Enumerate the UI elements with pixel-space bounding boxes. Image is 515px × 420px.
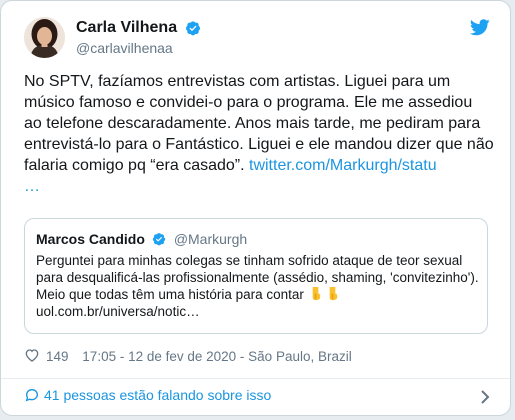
tweet-text: No SPTV, fazíamos entrevistas com artist… bbox=[24, 71, 494, 197]
twitter-bird-icon[interactable] bbox=[470, 19, 490, 36]
verified-badge-icon bbox=[185, 21, 200, 36]
author-display-name[interactable]: Carla Vilhena bbox=[76, 19, 177, 37]
divider bbox=[1, 378, 510, 379]
quoted-display-name: Marcos Candido bbox=[36, 230, 145, 247]
quoted-text: Perguntei para minhas colegas se tinham … bbox=[36, 253, 479, 302]
avatar-image bbox=[24, 17, 65, 58]
avatar[interactable] bbox=[24, 17, 65, 58]
verified-badge-icon bbox=[153, 232, 166, 246]
quoted-header: Marcos Candido @Markurgh bbox=[36, 230, 247, 248]
quoted-text-block: Perguntei para minhas colegas se tinham … bbox=[36, 252, 480, 320]
tweet-header: Carla Vilhena @carlavilhenaa bbox=[24, 17, 490, 67]
conversation-link[interactable]: 41 pessoas estão falando sobre isso bbox=[24, 387, 490, 409]
conversation-label: 41 pessoas estão falando sobre isso bbox=[44, 387, 272, 403]
author-names: Carla Vilhena @carlavilhenaa bbox=[76, 19, 201, 56]
tweet-ellipsis: … bbox=[24, 178, 40, 195]
tweet-link[interactable]: twitter.com/Markurgh/statu bbox=[249, 157, 437, 174]
author-handle[interactable]: @carlavilhenaa bbox=[76, 40, 201, 56]
chat-bubble-icon bbox=[25, 388, 39, 402]
quoted-link[interactable]: uol.com.br/universa/notic… bbox=[36, 304, 200, 319]
tweet-meta: 149 17:05 - 12 de fev de 2020 - São Paul… bbox=[24, 347, 352, 367]
pointing-down-emoji-icon bbox=[312, 286, 320, 301]
quoted-handle: @Markurgh bbox=[173, 230, 248, 247]
like-count[interactable]: 149 bbox=[46, 349, 69, 364]
tweet-timestamp[interactable]: 17:05 - 12 de fev de 2020 - São Paulo, B… bbox=[82, 349, 351, 364]
chevron-right-icon bbox=[481, 390, 490, 404]
pointing-down-emoji-icon bbox=[329, 286, 337, 301]
heart-icon[interactable] bbox=[24, 347, 40, 363]
quoted-tweet[interactable]: Marcos Candido @Markurgh Perguntei para … bbox=[24, 218, 488, 334]
embedded-tweet-card: Carla Vilhena @carlavilhenaa No SPTV, fa… bbox=[0, 0, 511, 416]
